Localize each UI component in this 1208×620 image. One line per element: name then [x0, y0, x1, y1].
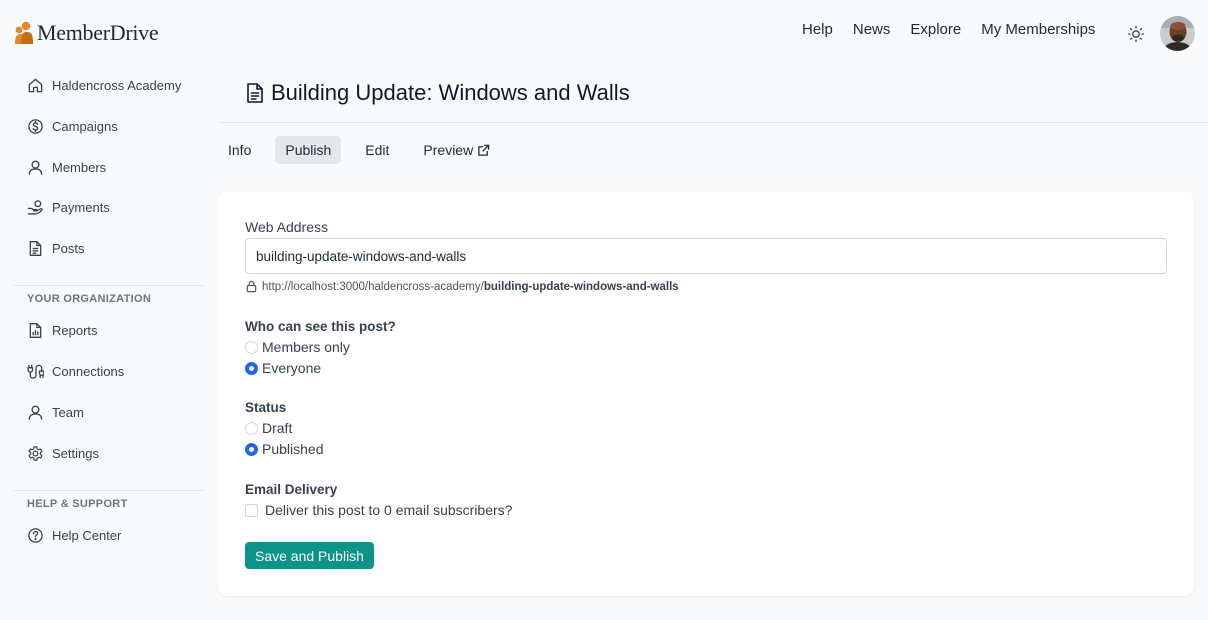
top-nav: Help News Explore My Memberships [802, 21, 1095, 38]
home-icon [28, 78, 43, 93]
sidebar-item-label: Campaigns [52, 119, 118, 134]
radio-published[interactable]: Published [245, 441, 324, 457]
radio-button[interactable] [245, 442, 258, 456]
theme-toggle-button[interactable] [1126, 24, 1146, 44]
sidebar-item-settings[interactable]: Settings [27, 445, 99, 462]
header-divider [218, 122, 1208, 123]
radio-button[interactable] [245, 361, 258, 375]
radio-button[interactable] [245, 421, 258, 435]
lock-icon [246, 280, 257, 293]
sidebar-divider [14, 490, 204, 491]
save-and-publish-button[interactable]: Save and Publish [245, 542, 374, 569]
logo-icon [15, 21, 33, 44]
radio-label: Draft [262, 420, 293, 436]
sidebar-item-home[interactable]: Haldencross Academy [27, 77, 181, 94]
document-icon [29, 241, 42, 256]
email-delivery-title: Email Delivery [245, 482, 338, 497]
avatar[interactable] [1160, 16, 1195, 51]
sidebar-item-label: Members [52, 160, 107, 175]
sidebar-divider [14, 285, 204, 286]
radio-members-only[interactable]: Members only [245, 339, 350, 355]
sidebar-item-connections[interactable]: Connections [27, 363, 124, 380]
nav-explore[interactable]: Explore [910, 21, 961, 38]
status-title: Status [245, 400, 287, 415]
sidebar-item-payments[interactable]: Payments [27, 199, 110, 216]
sidebar-item-label: Team [52, 405, 84, 420]
page-title-text: Building Update: Windows and Walls [271, 80, 630, 105]
nav-my-memberships[interactable]: My Memberships [981, 21, 1095, 38]
web-address-label: Web Address [245, 219, 329, 235]
radio-button[interactable] [245, 340, 258, 354]
tab-preview[interactable]: Preview [413, 136, 500, 164]
tab-label: Edit [365, 142, 390, 158]
publish-card: Web Address http://localhost:3000/halden… [218, 191, 1194, 596]
sidebar-item-team[interactable]: Team [27, 404, 84, 421]
email-delivery-checkbox[interactable] [245, 503, 258, 517]
brand-name: MemberDrive [37, 20, 159, 45]
sidebar-item-label: Posts [52, 241, 85, 256]
tab-edit[interactable]: Edit [355, 136, 399, 164]
radio-everyone[interactable]: Everyone [245, 360, 321, 376]
radio-label: Members only [262, 339, 350, 355]
url-slug: building-update-windows-and-walls [483, 280, 679, 293]
sidebar-item-members[interactable]: Members [27, 159, 106, 176]
sidebar-item-campaigns[interactable]: Campaigns [27, 118, 118, 135]
sidebar-item-label: Haldencross Academy [52, 78, 182, 93]
visibility-title: Who can see this post? [245, 319, 396, 334]
tab-info[interactable]: Info [218, 136, 261, 164]
page-title: Building Update: Windows and Walls [245, 80, 630, 106]
sidebar-item-label: Connections [52, 364, 125, 379]
dollar-circle-icon [28, 119, 43, 134]
radio-draft[interactable]: Draft [245, 420, 292, 436]
document-icon [247, 83, 263, 103]
question-circle-icon [28, 528, 43, 543]
plug-icon [27, 364, 44, 379]
radio-label: Everyone [262, 360, 322, 376]
nav-help[interactable]: Help [802, 21, 833, 38]
hand-coin-icon [27, 200, 43, 215]
nav-news[interactable]: News [853, 21, 891, 38]
tab-label: Preview [423, 142, 474, 158]
app-logo[interactable]: MemberDrive [14, 20, 159, 46]
url-prefix: http://localhost:3000/haldencross-academ… [262, 280, 484, 293]
sun-icon [1127, 25, 1145, 43]
user-icon [28, 160, 43, 175]
tab-bar: Info Publish Edit Preview [218, 136, 514, 164]
user-icon [28, 405, 43, 420]
email-delivery-checkbox-row[interactable]: Deliver this post to 0 email subscribers… [245, 502, 512, 518]
sidebar-item-label: Settings [52, 446, 99, 461]
sidebar-section-org: YOUR ORGANIZATION [27, 293, 152, 305]
tab-publish[interactable]: Publish [275, 136, 342, 164]
user-avatar-icon [1160, 16, 1195, 51]
url-preview: http://localhost:3000/haldencross-academ… [245, 280, 679, 293]
sidebar-item-help-center[interactable]: Help Center [27, 527, 121, 544]
sidebar-item-label: Payments [52, 200, 110, 215]
radio-label: Published [262, 441, 324, 457]
report-icon [29, 323, 42, 338]
external-link-icon [478, 144, 490, 156]
sidebar-item-label: Reports [52, 323, 98, 338]
sidebar-item-label: Help Center [52, 528, 122, 543]
tab-label: Info [228, 142, 252, 158]
web-address-input[interactable] [245, 238, 1167, 274]
checkbox-label: Deliver this post to 0 email subscribers… [265, 502, 513, 518]
sidebar-item-posts[interactable]: Posts [27, 240, 85, 257]
sidebar-section-help: HELP & SUPPORT [27, 498, 128, 510]
sidebar-item-reports[interactable]: Reports [27, 322, 98, 339]
gear-icon [28, 446, 43, 461]
tab-label: Publish [285, 142, 332, 158]
